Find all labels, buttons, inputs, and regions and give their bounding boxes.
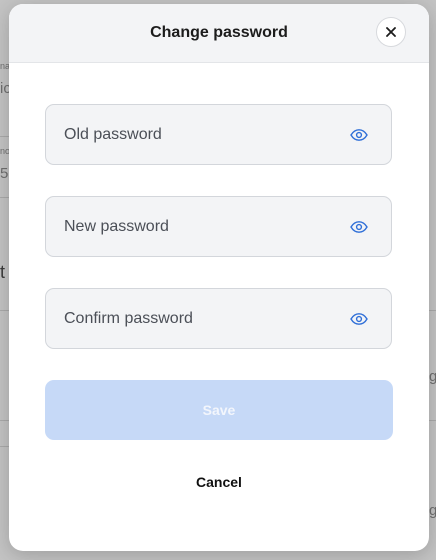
close-icon bbox=[386, 27, 396, 37]
background-value: 5 bbox=[0, 165, 9, 182]
dialog-title: Change password bbox=[150, 24, 288, 41]
confirm-password-field bbox=[45, 288, 392, 349]
show-new-password-button[interactable] bbox=[349, 220, 369, 234]
background-text: g bbox=[429, 368, 436, 385]
show-old-password-button[interactable] bbox=[349, 128, 369, 142]
new-password-field bbox=[45, 196, 392, 257]
new-password-input[interactable] bbox=[46, 197, 391, 256]
background-text: g bbox=[429, 502, 436, 519]
show-confirm-password-button[interactable] bbox=[349, 312, 369, 326]
dialog-header: Change password bbox=[9, 4, 429, 63]
old-password-field bbox=[45, 104, 392, 165]
close-button[interactable] bbox=[376, 17, 406, 47]
save-button[interactable]: Save bbox=[45, 380, 393, 440]
eye-icon bbox=[350, 128, 368, 141]
background-text: t bbox=[0, 262, 6, 282]
eye-icon bbox=[350, 312, 368, 325]
confirm-password-input[interactable] bbox=[46, 289, 391, 348]
eye-icon bbox=[350, 220, 368, 233]
old-password-input[interactable] bbox=[46, 105, 391, 164]
cancel-button[interactable]: Cancel bbox=[159, 470, 279, 494]
change-password-dialog: Change password Save Cancel bbox=[9, 4, 429, 551]
